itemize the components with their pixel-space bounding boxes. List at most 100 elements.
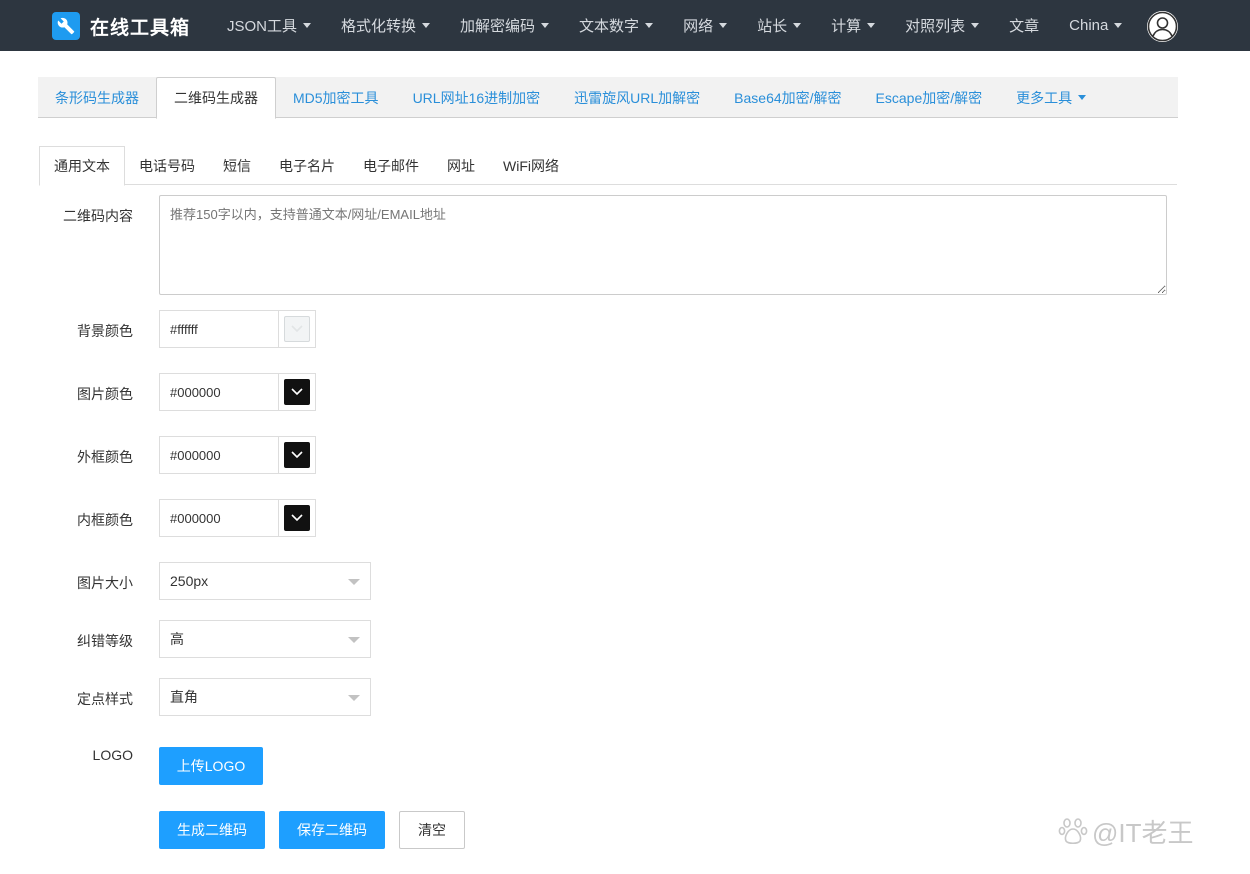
main-tab-7[interactable]: 更多工具 (999, 77, 1103, 118)
paw-icon (1058, 818, 1088, 845)
user-avatar-icon[interactable] (1147, 11, 1178, 42)
size-label: 图片大小 (77, 575, 133, 591)
dot-style-value: 直角 (170, 689, 198, 705)
brand-logo[interactable]: 在线工具箱 (52, 12, 190, 40)
main-tab-4[interactable]: 迅雷旋风URL加解密 (557, 77, 717, 118)
watermark-text: @IT老王 (1092, 817, 1194, 848)
nav-item-label: 文本数字 (579, 18, 640, 35)
chevron-down-icon (284, 505, 310, 531)
main-tab-0[interactable]: 条形码生成器 (38, 77, 156, 118)
bg-color-group (159, 310, 316, 348)
sub-tab-label: WiFi网络 (503, 157, 559, 174)
sub-tab-4[interactable]: 电子邮件 (349, 146, 433, 185)
inner-color-input[interactable] (160, 500, 279, 536)
nav-item-0[interactable]: JSON工具 (212, 0, 326, 51)
caret-down-icon (303, 23, 312, 28)
main-tab-3[interactable]: URL网址16进制加密 (396, 77, 558, 118)
error-level-select[interactable]: 高 (159, 620, 371, 658)
main-tabs: 条形码生成器 二维码生成器 MD5加密工具 URL网址16进制加密 迅雷旋风URL加解密… (38, 77, 1178, 119)
bg-color-picker[interactable] (279, 311, 315, 347)
dot-style-label: 定点样式 (77, 691, 133, 707)
main-tab-2[interactable]: MD5加密工具 (276, 77, 396, 118)
watermark: @IT老王 (1058, 812, 1194, 850)
brand-title: 在线工具箱 (90, 17, 191, 39)
sub-tab-3[interactable]: 电子名片 (265, 146, 349, 185)
nav-item-7[interactable]: 对照列表 (890, 0, 994, 51)
bg-color-label: 背景颜色 (77, 323, 133, 339)
main-tab-label: Escape加密/解密 (875, 89, 983, 106)
wrench-icon (52, 12, 80, 40)
caret-down-icon (719, 23, 728, 28)
nav-item-1[interactable]: 格式化转换 (326, 0, 445, 51)
inner-color-label: 内框颜色 (77, 512, 133, 528)
caret-down-icon (867, 23, 876, 28)
chevron-down-icon (284, 379, 310, 405)
logo-label: LOGO (92, 747, 133, 763)
main-tab-label: 迅雷旋风URL加解密 (574, 89, 701, 106)
sub-tab-label: 电子名片 (279, 157, 335, 174)
size-select-value: 250px (170, 573, 209, 589)
nav-item-label: 站长 (757, 18, 788, 35)
main-tab-label: 条形码生成器 (55, 89, 139, 106)
sub-tab-5[interactable]: 网址 (433, 146, 489, 185)
outer-color-input[interactable] (160, 437, 279, 473)
img-color-group (159, 373, 316, 411)
sub-tab-label: 网址 (447, 157, 475, 174)
nav-item-label: 对照列表 (905, 18, 966, 35)
inner-color-group (159, 499, 316, 537)
bg-color-input[interactable] (160, 311, 279, 347)
generate-qr-button[interactable]: 生成二维码 (159, 811, 265, 849)
main-tab-5[interactable]: Base64加密/解密 (717, 77, 858, 118)
main-tab-label: 二维码生成器 (174, 90, 258, 106)
clear-button[interactable]: 清空 (399, 811, 465, 849)
sub-tab-2[interactable]: 短信 (209, 146, 265, 185)
save-qr-button[interactable]: 保存二维码 (279, 811, 385, 849)
main-tab-label: URL网址16进制加密 (412, 89, 541, 106)
qr-content-textarea[interactable] (159, 195, 1167, 295)
caret-down-icon (971, 23, 980, 28)
caret-down-icon (1114, 23, 1123, 28)
nav-item-4[interactable]: 网络 (668, 0, 742, 51)
upload-logo-button[interactable]: 上传LOGO (159, 747, 263, 785)
nav-item-6[interactable]: 计算 (816, 0, 890, 51)
img-color-picker[interactable] (279, 374, 315, 410)
nav-menu: JSON工具 格式化转换 加解密编码 文本数字 网络 站长 计算 对照列表 文章 China (212, 0, 1137, 51)
nav-item-label: 网络 (683, 18, 714, 35)
sub-tab-label: 电话号码 (139, 157, 195, 174)
main-tab-label: MD5加密工具 (293, 89, 379, 106)
dot-style-select[interactable]: 直角 (159, 678, 371, 716)
inner-color-picker[interactable] (279, 500, 315, 536)
level-label: 纠错等级 (77, 633, 133, 649)
main-tab-label: Base64加密/解密 (734, 89, 842, 106)
nav-item-2[interactable]: 加解密编码 (445, 0, 564, 51)
nav-item-3[interactable]: 文本数字 (564, 0, 668, 51)
main-tab-6[interactable]: Escape加密/解密 (859, 77, 1000, 118)
img-color-label: 图片颜色 (77, 386, 133, 402)
nav-item-9[interactable]: China (1054, 0, 1137, 51)
nav-item-8[interactable]: 文章 (994, 0, 1054, 51)
caret-down-icon (422, 23, 431, 28)
top-navbar: 在线工具箱 JSON工具 格式化转换 加解密编码 文本数字 网络 站长 计算 对照列表 文章 Ch… (0, 0, 1250, 51)
sub-tab-6[interactable]: WiFi网络 (489, 146, 573, 185)
sub-tab-label: 通用文本 (54, 158, 110, 174)
sub-tab-label: 短信 (223, 157, 251, 174)
caret-down-icon (793, 23, 802, 28)
content-label: 二维码内容 (63, 208, 133, 224)
chevron-down-icon (284, 442, 310, 468)
nav-item-5[interactable]: 站长 (742, 0, 816, 51)
triangle-down-icon (348, 579, 360, 585)
main-tab-1[interactable]: 二维码生成器 (156, 77, 276, 119)
nav-item-label: 文章 (1009, 18, 1040, 35)
triangle-down-icon (348, 637, 360, 643)
sub-tab-1[interactable]: 电话号码 (125, 146, 209, 185)
nav-item-label: China (1069, 17, 1109, 34)
outer-color-picker[interactable] (279, 437, 315, 473)
sub-tabs: 通用文本 电话号码 短信 电子名片 电子邮件 网址 WiFi网络 (39, 146, 1177, 186)
img-color-input[interactable] (160, 374, 279, 410)
caret-down-icon (541, 23, 550, 28)
size-select[interactable]: 250px (159, 562, 371, 600)
nav-item-label: 加解密编码 (460, 18, 536, 35)
bg-color-swatch (284, 316, 310, 342)
sub-tab-0[interactable]: 通用文本 (39, 146, 125, 186)
nav-item-label: 格式化转换 (341, 18, 417, 35)
